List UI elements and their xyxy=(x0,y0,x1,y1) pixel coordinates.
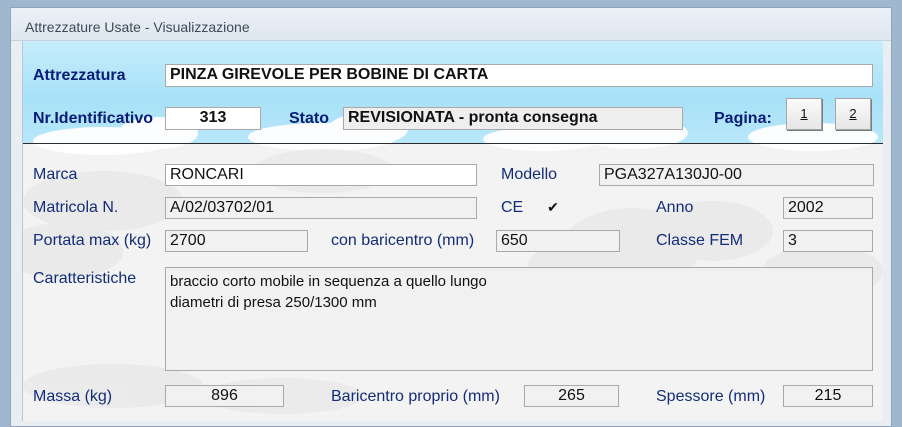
nr-identificativo-label: Nr.Identificativo xyxy=(33,110,154,127)
anno-field[interactable]: 2002 xyxy=(783,197,873,219)
attrezzatura-label: Attrezzatura xyxy=(33,67,126,84)
portata-field[interactable]: 2700 xyxy=(165,230,308,252)
ce-label: CE xyxy=(501,199,524,216)
detail-form: Attrezzatura PINZA GIREVOLE PER BOBINE D… xyxy=(22,41,883,421)
window-title: Attrezzature Usate - Visualizzazione xyxy=(25,19,250,35)
classe-fem-label: Classe FEM xyxy=(656,232,744,249)
nr-identificativo-field[interactable]: 313 xyxy=(165,107,261,130)
baricentro-proprio-field[interactable]: 265 xyxy=(524,385,619,407)
page-1-button[interactable]: 1 xyxy=(786,98,822,130)
matricola-field[interactable]: A/02/03702/01 xyxy=(165,197,477,219)
portata-label: Portata max (kg) xyxy=(33,232,152,249)
marca-field[interactable]: RONCARI xyxy=(165,164,477,186)
app-window: Attrezzature Usate - Visualizzazione Att… xyxy=(10,7,892,427)
caratteristiche-line-2: diametri di presa 250/1300 mm xyxy=(170,294,377,311)
con-baricentro-field[interactable]: 650 xyxy=(496,230,620,252)
title-bar: Attrezzature Usate - Visualizzazione xyxy=(11,8,891,41)
stato-label: Stato xyxy=(289,110,329,127)
massa-label: Massa (kg) xyxy=(33,388,113,405)
attrezzatura-field[interactable]: PINZA GIREVOLE PER BOBINE DI CARTA xyxy=(165,64,873,87)
stato-field[interactable]: REVISIONATA - pronta consegna xyxy=(343,107,683,130)
matricola-label: Matricola N. xyxy=(33,199,119,216)
header-divider xyxy=(23,143,883,144)
con-baricentro-label: con baricentro (mm) xyxy=(331,232,475,249)
modello-field[interactable]: PGA327A130J0-00 xyxy=(599,164,874,186)
ce-checkbox[interactable]: ✔ xyxy=(546,200,560,214)
modello-label: Modello xyxy=(501,166,558,183)
caratteristiche-label: Caratteristiche xyxy=(33,270,137,287)
spessore-label: Spessore (mm) xyxy=(656,388,766,405)
marca-label: Marca xyxy=(33,166,78,183)
pagina-label: Pagina: xyxy=(714,110,772,127)
baricentro-proprio-label: Baricentro proprio (mm) xyxy=(331,388,500,405)
classe-fem-field[interactable]: 3 xyxy=(783,230,873,252)
spessore-field[interactable]: 215 xyxy=(783,385,873,407)
anno-label: Anno xyxy=(656,199,694,216)
caratteristiche-line-1: braccio corto mobile in sequenza a quell… xyxy=(170,273,487,290)
massa-field[interactable]: 896 xyxy=(165,385,284,407)
caratteristiche-textarea[interactable]: braccio corto mobile in sequenza a quell… xyxy=(165,267,873,371)
page-2-button[interactable]: 2 xyxy=(835,98,871,130)
